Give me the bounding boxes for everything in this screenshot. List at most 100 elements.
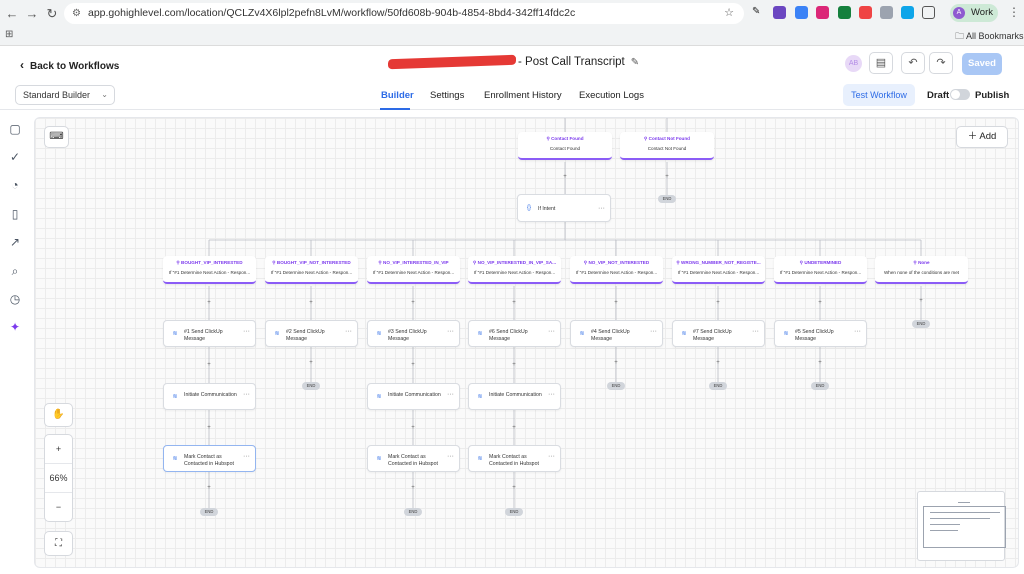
action-node[interactable]: ≋ Initiate Communication ··· [163,383,256,410]
test-workflow-button[interactable]: Test Workflow [843,84,915,106]
tab-builder[interactable]: Builder [381,90,414,101]
action-node[interactable]: ≋ #7 Send ClickUp Message ··· [672,320,765,347]
tab-execution-logs[interactable]: Execution Logs [579,90,644,101]
sparkle-icon[interactable]: ✦ [8,320,22,334]
more-options-icon[interactable]: ··· [548,328,555,335]
branch-none[interactable]: ⚲ None When none of the conditions are me… [875,256,968,284]
more-options-icon[interactable]: ··· [447,391,454,398]
address-bar[interactable]: ⚙ app.gohighlevel.com/location/QCLZv4X6l… [64,3,744,24]
add-step-plus-icon[interactable]: + [410,485,416,491]
add-step-plus-icon[interactable]: + [206,300,212,306]
action-node[interactable]: ≋ #1 Send ClickUp Message ··· [163,320,256,347]
add-step-plus-icon[interactable]: + [206,425,212,431]
add-step-plus-icon[interactable]: + [613,300,619,306]
hand-pan-icon[interactable]: ✋ [44,403,73,427]
action-node[interactable]: ≋ Initiate Communication ··· [367,383,460,410]
more-options-icon[interactable]: ··· [243,328,250,335]
add-step-plus-icon[interactable]: + [918,298,924,304]
action-node[interactable]: ≋ #4 Send ClickUp Message ··· [570,320,663,347]
minimap[interactable] [917,491,1006,561]
site-settings-icon[interactable]: ⚙ [72,3,81,24]
tab-settings[interactable]: Settings [430,90,464,101]
document-icon[interactable]: ▯ [8,207,22,221]
action-node[interactable]: ≋ Mark Contact as Contacted in Hubspot ··· [163,445,256,472]
action-node[interactable]: ≋ #2 Send ClickUp Message ··· [265,320,358,347]
undo-icon[interactable]: ↶ [901,52,925,74]
more-options-icon[interactable]: ··· [447,453,454,460]
clock-icon[interactable]: ◷ [8,292,22,306]
branch-no-vip-interested-in-vip-sa[interactable]: ⚲ NO_VIP_INTERESTED_IN_VIP_SA... If "#1 D… [468,256,561,284]
fit-view-icon[interactable]: ⛶ [44,531,73,556]
workflow-canvas[interactable]: ⌨ ＋ Add ✋ + 66% − ⛶ ⚲ Contact Found Conta… [34,117,1019,568]
action-node[interactable]: ≋ Initiate Communication ··· [468,383,561,410]
pink-extension-icon[interactable] [816,6,829,19]
add-step-plus-icon[interactable]: + [613,360,619,366]
camera-extension-icon[interactable] [880,6,893,19]
add-step-plus-icon[interactable]: + [817,300,823,306]
add-step-plus-icon[interactable]: + [511,300,517,306]
zoom-out-button[interactable]: − [45,493,72,522]
more-options-icon[interactable]: ··· [854,328,861,335]
more-options-icon[interactable]: ··· [447,328,454,335]
more-options-icon[interactable]: ··· [548,453,555,460]
forward-arrow-icon[interactable]: → [24,6,40,22]
add-step-plus-icon[interactable]: + [715,360,721,366]
redo-icon[interactable]: ↷ [929,52,953,74]
more-options-icon[interactable]: ··· [243,391,250,398]
action-node[interactable]: ≋ Mark Contact as Contacted in Hubspot ··· [468,445,561,472]
add-step-plus-icon[interactable]: + [511,425,517,431]
more-options-icon[interactable]: ··· [598,205,605,212]
more-options-icon[interactable]: ··· [243,453,250,460]
back-arrow-icon[interactable]: ← [4,6,20,22]
pie-chart-icon[interactable]: ◔ [8,178,22,192]
more-options-icon[interactable]: ··· [548,391,555,398]
avatar[interactable]: AB [845,55,862,72]
pen-extension-icon[interactable]: ✎ [752,6,765,19]
green-arrow-extension-icon[interactable] [838,6,851,19]
edit-pencil-icon[interactable]: ✎ [631,57,639,68]
reload-icon[interactable]: ↻ [44,6,60,22]
branch-bought-vip-not-interested[interactable]: ⚲ BOUGHT_VIP_NOT_INTERESTED If "#1 Determ… [265,256,358,284]
profile-chip[interactable]: A Work [950,4,998,22]
more-options-icon[interactable]: ··· [752,328,759,335]
back-to-workflows-link[interactable]: ‹ Back to Workflows [20,58,119,72]
builder-mode-select[interactable]: Standard Builder ⌄ [15,85,115,105]
add-step-plus-icon[interactable]: + [562,174,568,180]
add-step-plus-icon[interactable]: + [664,174,670,180]
keyboard-icon[interactable]: ⌨ [44,126,69,148]
browser-menu-icon[interactable]: ⋮ [1008,5,1020,19]
add-step-plus-icon[interactable]: + [410,362,416,368]
diamond-extension-icon[interactable] [773,6,786,19]
more-options-icon[interactable]: ··· [650,328,657,335]
add-step-plus-icon[interactable]: + [511,485,517,491]
download-extension-icon[interactable] [795,6,808,19]
all-bookmarks[interactable]: 🗀 All Bookmarks [955,29,1024,45]
s-extension-icon[interactable] [901,6,914,19]
branch-wrong-number-not-registe[interactable]: ⚲ WRONG_NUMBER_NOT_REGISTE... If "#1 Dete… [672,256,765,284]
publish-toggle[interactable] [950,89,970,100]
add-step-plus-icon[interactable]: + [308,360,314,366]
puzzle-extensions-icon[interactable] [922,6,935,19]
if-intent-node[interactable]: {} If Intent ··· [517,194,611,222]
branch-no-vip-interested-in-vip[interactable]: ⚲ NO_VIP_INTERESTED_IN_VIP If "#1 Determi… [367,256,460,284]
add-step-plus-icon[interactable]: + [308,300,314,306]
tab-enrollment-history[interactable]: Enrollment History [484,90,562,101]
contact-found-branch[interactable]: ⚲ Contact Found Contact Found [518,132,612,160]
action-node[interactable]: ≋ #6 Send ClickUp Message ··· [468,320,561,347]
add-step-plus-icon[interactable]: + [410,425,416,431]
action-node[interactable]: ≋ Mark Contact as Contacted in Hubspot ··· [367,445,460,472]
chat-icon[interactable]: ▢ [8,122,22,136]
branch-no-vip-not-interested[interactable]: ⚲ NO_VIP_NOT_INTERESTED If "#1 Determine … [570,256,663,284]
zoom-in-button[interactable]: + [45,435,72,464]
action-node[interactable]: ≋ #5 Send ClickUp Message ··· [774,320,867,347]
more-options-icon[interactable]: ··· [345,328,352,335]
contact-not-found-branch[interactable]: ⚲ Contact Not Found Contact Not Found [620,132,714,160]
add-step-plus-icon[interactable]: + [206,485,212,491]
add-step-plus-icon[interactable]: + [715,300,721,306]
branch-bought-vip-interested[interactable]: ⚲ BOUGHT_VIP_INTERESTED If "#1 Determine … [163,256,256,284]
add-step-plus-icon[interactable]: + [817,360,823,366]
bookmark-star-icon[interactable]: ☆ [724,3,734,24]
branch-undetermined[interactable]: ⚲ UNDETERMINED If "#1 Determine Next Acti… [774,256,867,284]
saved-button[interactable]: Saved [962,53,1002,75]
add-step-plus-icon[interactable]: + [511,362,517,368]
